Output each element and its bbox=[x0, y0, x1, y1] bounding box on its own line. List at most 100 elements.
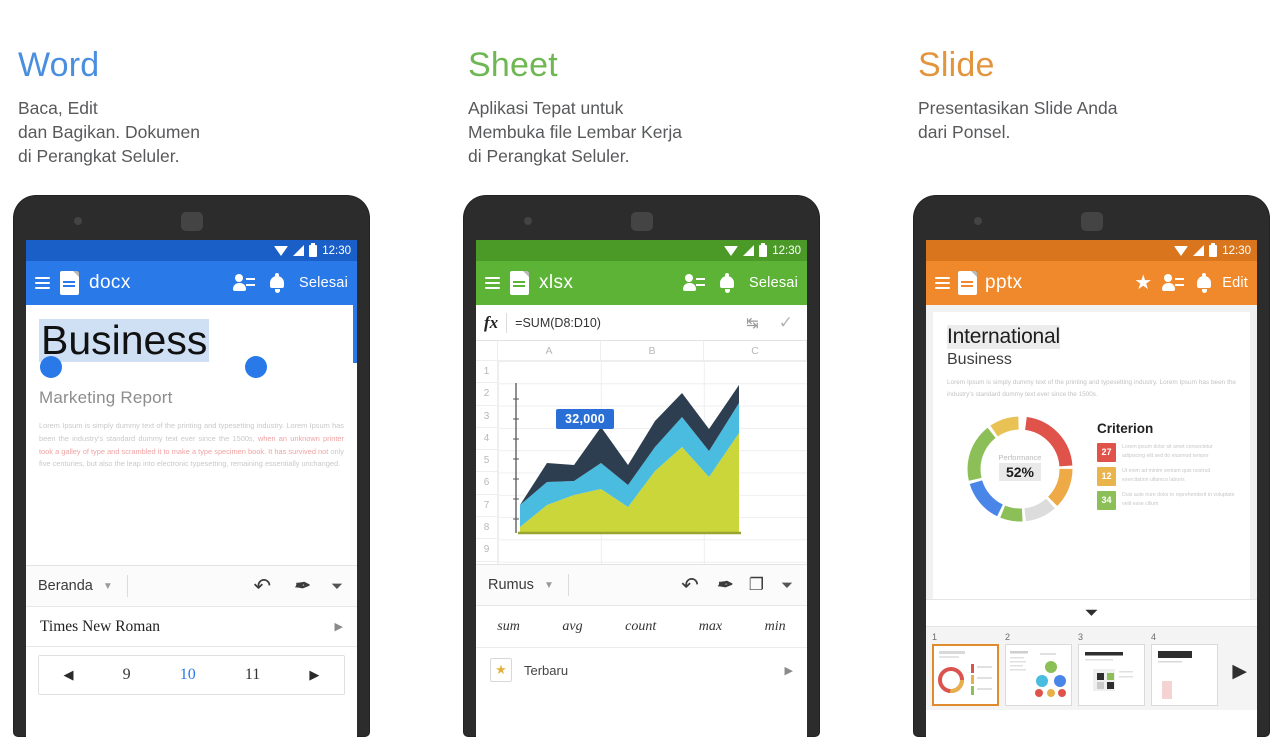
play-slideshow-button[interactable]: ▶ bbox=[1232, 660, 1257, 683]
star-icon[interactable]: ★ bbox=[1134, 273, 1152, 293]
function-min-button[interactable]: min bbox=[765, 619, 786, 635]
signal-icon bbox=[743, 245, 755, 256]
ribbon-tab-label[interactable]: Beranda bbox=[26, 578, 93, 594]
size-next-button[interactable]: ▶ bbox=[309, 667, 319, 683]
slide-thumbnail[interactable]: 1 bbox=[932, 632, 999, 710]
copy-icon[interactable]: ❐ bbox=[749, 575, 764, 595]
row-header[interactable]: 6 bbox=[476, 472, 497, 495]
confirm-check-icon[interactable]: ✓ bbox=[773, 313, 799, 333]
menu-icon[interactable] bbox=[35, 277, 50, 289]
slide-preview[interactable] bbox=[1005, 644, 1072, 706]
slide-preview[interactable] bbox=[1151, 644, 1218, 706]
camera-dot-icon bbox=[524, 217, 532, 225]
chevron-down-icon[interactable]: ▼ bbox=[544, 580, 554, 591]
spreadsheet-grid[interactable]: A B C 1 2 3 4 5 6 7 8 9 32,000 bbox=[476, 341, 807, 564]
row-header[interactable]: 9 bbox=[476, 539, 497, 562]
expand-chevron-icon[interactable]: ⏷ bbox=[331, 578, 343, 595]
row-header[interactable]: 8 bbox=[476, 517, 497, 540]
page-subtitle-word: Baca, Edit dan Bagikan. Dokumen di Peran… bbox=[18, 98, 200, 167]
row-header[interactable]: 5 bbox=[476, 450, 497, 473]
formula-bar[interactable]: fx =SUM(D8:D10) ↹ ✓ bbox=[476, 305, 807, 341]
size-option-current[interactable]: 10 bbox=[180, 666, 196, 684]
pen-edit-icon[interactable]: ✒ bbox=[716, 576, 732, 595]
row-header[interactable]: 7 bbox=[476, 495, 497, 518]
slide-thumbnail-strip[interactable]: 1 2 3 4 ▶ bbox=[926, 627, 1257, 710]
row-headers: 1 2 3 4 5 6 7 8 9 bbox=[476, 361, 498, 564]
grid-cells[interactable]: 32,000 bbox=[498, 361, 807, 564]
wrap-text-icon[interactable]: ↹ bbox=[740, 314, 765, 332]
size-prev-button[interactable]: ◀ bbox=[64, 667, 74, 683]
undo-icon[interactable]: ↶ bbox=[253, 576, 271, 597]
menu-icon[interactable] bbox=[485, 277, 500, 289]
undo-icon[interactable]: ↶ bbox=[681, 575, 699, 596]
selection-handle-right[interactable] bbox=[245, 356, 267, 379]
share-person-icon[interactable] bbox=[1162, 274, 1185, 292]
selected-title-text[interactable]: Business bbox=[39, 318, 210, 363]
bell-icon[interactable] bbox=[269, 273, 285, 293]
function-max-button[interactable]: max bbox=[699, 619, 722, 635]
row-header[interactable]: 4 bbox=[476, 428, 497, 451]
ribbon-tab-label[interactable]: Rumus bbox=[476, 577, 534, 593]
function-count-button[interactable]: count bbox=[625, 619, 656, 635]
battery-icon bbox=[759, 242, 768, 257]
slide-number: 2 bbox=[1005, 632, 1011, 642]
share-person-icon[interactable] bbox=[683, 274, 706, 292]
slide-preview[interactable] bbox=[1078, 644, 1145, 706]
function-shortcut-row: sum avg count max min bbox=[476, 606, 807, 648]
bell-icon[interactable] bbox=[1196, 273, 1212, 293]
column-header[interactable]: C bbox=[704, 341, 807, 360]
toolbar-divider bbox=[567, 574, 569, 596]
chevron-down-icon[interactable]: ⏷ bbox=[1085, 603, 1099, 623]
criterion-list: Criterion 27 Lorem ipsum dolor sit amet … bbox=[1093, 409, 1236, 515]
status-clock: 12:30 bbox=[1222, 244, 1251, 257]
expand-panel-handle[interactable]: ⏷ bbox=[926, 599, 1257, 627]
wifi-icon bbox=[724, 245, 739, 256]
status-clock: 12:30 bbox=[772, 244, 801, 257]
slide-viewport[interactable]: International Business Lorem Ipsum is si… bbox=[926, 305, 1257, 599]
done-button[interactable]: Selesai bbox=[299, 275, 348, 291]
expand-chevron-icon[interactable]: ⏷ bbox=[781, 577, 793, 594]
file-extension-label: pptx bbox=[985, 272, 1023, 293]
formula-input[interactable]: =SUM(D8:D10) bbox=[515, 316, 732, 330]
column-header[interactable]: A bbox=[498, 341, 601, 360]
font-name-row[interactable]: Times New Roman ▶ bbox=[26, 607, 357, 647]
share-person-icon[interactable] bbox=[233, 274, 256, 292]
slide-canvas[interactable]: International Business Lorem Ipsum is si… bbox=[933, 312, 1250, 599]
column-headers: A B C bbox=[476, 341, 807, 361]
row-header[interactable]: 2 bbox=[476, 383, 497, 406]
grid-corner[interactable] bbox=[476, 341, 498, 360]
row-header[interactable]: 1 bbox=[476, 361, 497, 384]
function-icon[interactable]: fx bbox=[484, 313, 498, 333]
document-body: Lorem Ipsum is simply dummy text of the … bbox=[39, 420, 344, 471]
slide-preview[interactable] bbox=[932, 644, 999, 706]
document-icon bbox=[958, 271, 977, 295]
slide-thumbnail[interactable]: 2 bbox=[1005, 632, 1072, 710]
done-button[interactable]: Selesai bbox=[749, 275, 798, 291]
panel-sheet: Sheet Aplikasi Tepat untuk Membuka file … bbox=[450, 0, 876, 740]
chevron-right-icon[interactable]: ▶ bbox=[785, 664, 793, 677]
recent-row[interactable]: ★ Terbaru ▶ bbox=[476, 648, 807, 692]
chevron-right-icon[interactable]: ▶ bbox=[335, 620, 343, 633]
slide-thumbnail[interactable]: 4 bbox=[1151, 632, 1218, 710]
menu-icon[interactable] bbox=[935, 277, 950, 289]
column-header[interactable]: B bbox=[601, 341, 704, 360]
edit-button[interactable]: Edit bbox=[1222, 275, 1248, 291]
function-avg-button[interactable]: avg bbox=[562, 619, 582, 635]
bell-icon[interactable] bbox=[719, 273, 735, 293]
document-canvas[interactable]: Business Marketing Report Lorem Ipsum is… bbox=[26, 305, 357, 565]
font-size-stepper[interactable]: ◀ 9 10 11 ▶ bbox=[38, 655, 345, 695]
selection-handle-left[interactable] bbox=[40, 356, 62, 379]
slide-thumbnail[interactable]: 3 bbox=[1078, 632, 1145, 710]
slide-title-highlight[interactable]: International bbox=[947, 325, 1060, 349]
slide-chart-zone: Performance 52% Criterion 27 Lorem ipsum… bbox=[947, 409, 1236, 529]
size-option-prev[interactable]: 9 bbox=[123, 666, 131, 684]
row-header[interactable]: 3 bbox=[476, 406, 497, 428]
donut-value[interactable]: 52% bbox=[998, 462, 1042, 481]
function-sum-button[interactable]: sum bbox=[497, 619, 520, 635]
chevron-down-icon[interactable]: ▼ bbox=[103, 581, 113, 592]
slide-body-text: Lorem Ipsum is simply dummy text of the … bbox=[947, 379, 1236, 398]
speaker-grill-icon bbox=[1080, 212, 1103, 231]
pen-edit-icon[interactable]: ✒ bbox=[293, 577, 309, 596]
size-option-next[interactable]: 11 bbox=[245, 666, 260, 684]
scrollbar-thumb[interactable] bbox=[353, 305, 357, 363]
